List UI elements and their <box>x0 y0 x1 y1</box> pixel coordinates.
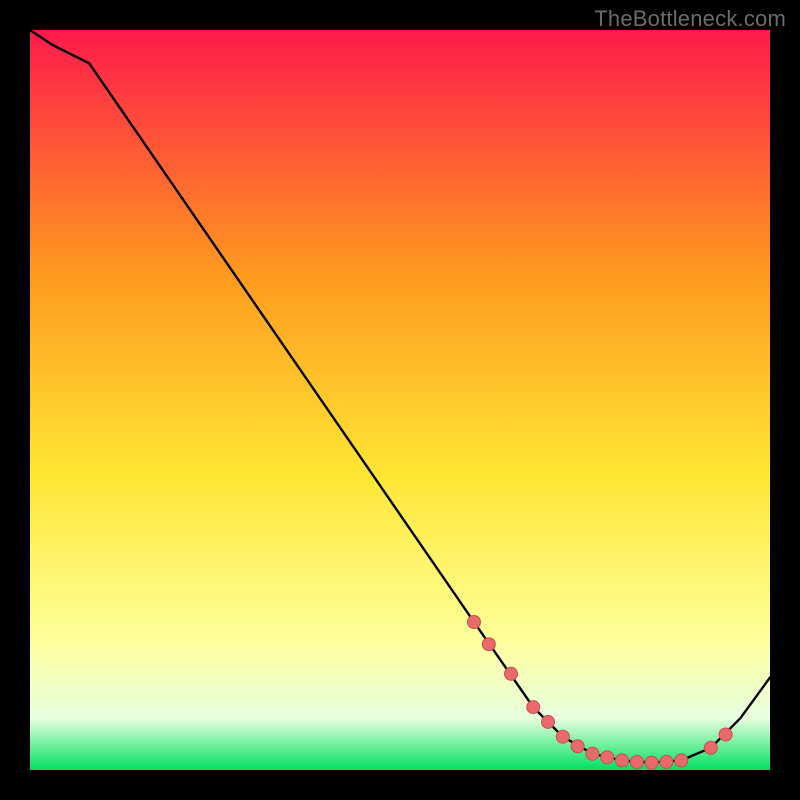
curve-marker <box>571 740 584 753</box>
curve-marker <box>719 728 732 741</box>
curve-marker <box>527 701 540 714</box>
curve-marker <box>616 754 629 767</box>
curve-marker <box>468 616 481 629</box>
curve-marker <box>542 715 555 728</box>
attribution-text: TheBottleneck.com <box>594 6 786 32</box>
curve-marker <box>482 638 495 651</box>
curve-marker <box>556 730 569 743</box>
curve-marker <box>630 755 643 768</box>
curve-marker <box>660 755 673 768</box>
bottleneck-curve-chart <box>30 30 770 770</box>
curve-marker <box>586 747 599 760</box>
plot-area <box>30 30 770 770</box>
chart-frame: TheBottleneck.com <box>0 0 800 800</box>
curve-marker <box>601 751 614 764</box>
curve-marker <box>505 667 518 680</box>
curve-marker <box>645 756 658 769</box>
gradient-background <box>30 30 770 770</box>
curve-marker <box>675 754 688 767</box>
curve-marker <box>704 741 717 754</box>
